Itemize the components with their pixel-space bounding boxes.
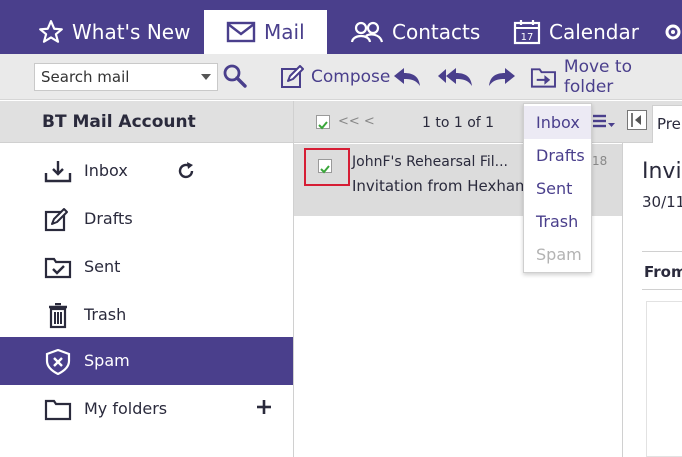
folder-label: Spam	[84, 351, 130, 370]
folder-icon	[44, 399, 72, 421]
forward-icon	[489, 68, 515, 86]
folder-label: Inbox	[84, 161, 128, 180]
tab-settings[interactable]	[662, 10, 682, 54]
sidebar-item-my-folders[interactable]: My folders	[0, 385, 293, 433]
move-to-folder-button[interactable]: Move to folder	[530, 57, 682, 97]
chevron-down-icon[interactable]	[201, 73, 211, 81]
forward-button[interactable]	[487, 63, 524, 91]
tab-preview[interactable]: Pre	[652, 105, 682, 143]
menu-item-sent[interactable]: Sent	[524, 172, 591, 205]
divider	[642, 289, 682, 290]
sidebar-item-inbox[interactable]: Inbox	[0, 147, 293, 195]
folder-sidebar: BT Mail Account Inbox Drafts Sent Trash …	[0, 101, 293, 457]
menu-item-drafts[interactable]: Drafts	[524, 139, 591, 172]
compose-button[interactable]: Compose	[280, 63, 390, 91]
email-body	[646, 301, 682, 457]
envelope-icon	[226, 21, 256, 43]
sent-icon	[44, 257, 72, 279]
tab-calendar-label: Calendar	[549, 20, 639, 44]
search-button[interactable]	[222, 63, 250, 91]
pager-count: 1 to 1 of 1	[422, 115, 495, 131]
calendar-day: 17	[521, 32, 534, 43]
email-date: 30/11	[642, 193, 682, 211]
menu-item-trash[interactable]: Trash	[524, 205, 591, 238]
tab-mail[interactable]: Mail	[204, 10, 327, 54]
mail-toolbar: Compose Move to folder	[0, 54, 682, 100]
sidebar-item-spam[interactable]: Spam	[0, 337, 293, 385]
compose-label: Compose	[311, 67, 391, 87]
folder-label: Trash	[84, 305, 127, 324]
tab-whats-new[interactable]: What's New	[38, 10, 190, 54]
message-date: 18	[592, 154, 608, 168]
move-to-folder-icon	[530, 68, 556, 88]
contacts-icon	[350, 21, 384, 43]
collapse-icon	[631, 113, 641, 127]
menu-item-inbox[interactable]: Inbox	[524, 106, 591, 139]
search-input[interactable]	[35, 64, 195, 90]
drafts-icon	[44, 208, 68, 232]
reply-all-button[interactable]	[436, 63, 481, 91]
trash-icon	[49, 303, 67, 329]
checkbox-highlight	[304, 148, 350, 186]
add-folder-icon[interactable]	[256, 399, 272, 415]
reply-button[interactable]	[392, 63, 429, 91]
message-checkbox[interactable]	[318, 159, 332, 174]
tab-preview-label: Pre	[657, 115, 681, 133]
sidebar-item-trash[interactable]: Trash	[0, 291, 293, 339]
account-title: BT Mail Account	[42, 112, 196, 132]
move-to-folder-label: Move to folder	[563, 57, 632, 97]
pager-previous[interactable]: << <	[338, 114, 375, 129]
checkmark-icon	[320, 165, 330, 174]
sidebar-item-sent[interactable]: Sent	[0, 243, 293, 291]
reading-pane-header: Pre	[624, 101, 682, 143]
tab-calendar[interactable]: 17 Calendar	[513, 10, 639, 54]
tab-contacts-label: Contacts	[392, 20, 481, 44]
tab-mail-label: Mail	[264, 20, 305, 44]
inbox-icon	[44, 161, 72, 183]
collapse-pane-button[interactable]	[627, 110, 647, 130]
sidebar-item-drafts[interactable]: Drafts	[0, 195, 293, 243]
tab-whats-new-label: What's New	[72, 20, 191, 44]
select-all-checkbox[interactable]	[316, 115, 330, 130]
divider	[642, 251, 682, 252]
move-to-folder-menu: Inbox Drafts Sent Trash Spam	[523, 103, 592, 273]
star-icon	[39, 20, 63, 43]
folder-label: Sent	[84, 257, 121, 276]
tab-contacts[interactable]: Contacts	[350, 10, 480, 54]
reply-icon	[394, 68, 420, 86]
gear-icon	[665, 24, 681, 40]
checkmark-icon	[318, 121, 328, 130]
message-sender: JohnF's Rehearsal Fil...	[352, 154, 508, 170]
folder-label: Drafts	[84, 209, 133, 228]
search-icon	[223, 64, 247, 88]
refresh-icon[interactable]	[176, 161, 196, 181]
list-menu-icon[interactable]	[592, 113, 616, 131]
calendar-icon: 17	[513, 20, 541, 45]
sidebar-header: BT Mail Account	[0, 101, 293, 143]
top-navigation: What's New Mail Contacts 17 Calendar	[0, 0, 682, 54]
search-box	[34, 63, 218, 91]
reply-all-icon	[438, 68, 472, 86]
menu-item-spam: Spam	[536, 245, 582, 264]
folder-label: My folders	[84, 399, 168, 418]
message-subject: Invitation from Hexham	[352, 177, 528, 195]
reading-pane: Pre Invi 30/11 From	[624, 101, 682, 457]
compose-icon	[281, 65, 304, 88]
email-from-label: From	[644, 263, 682, 281]
spam-icon	[45, 349, 71, 375]
email-subject: Invi	[642, 159, 682, 184]
